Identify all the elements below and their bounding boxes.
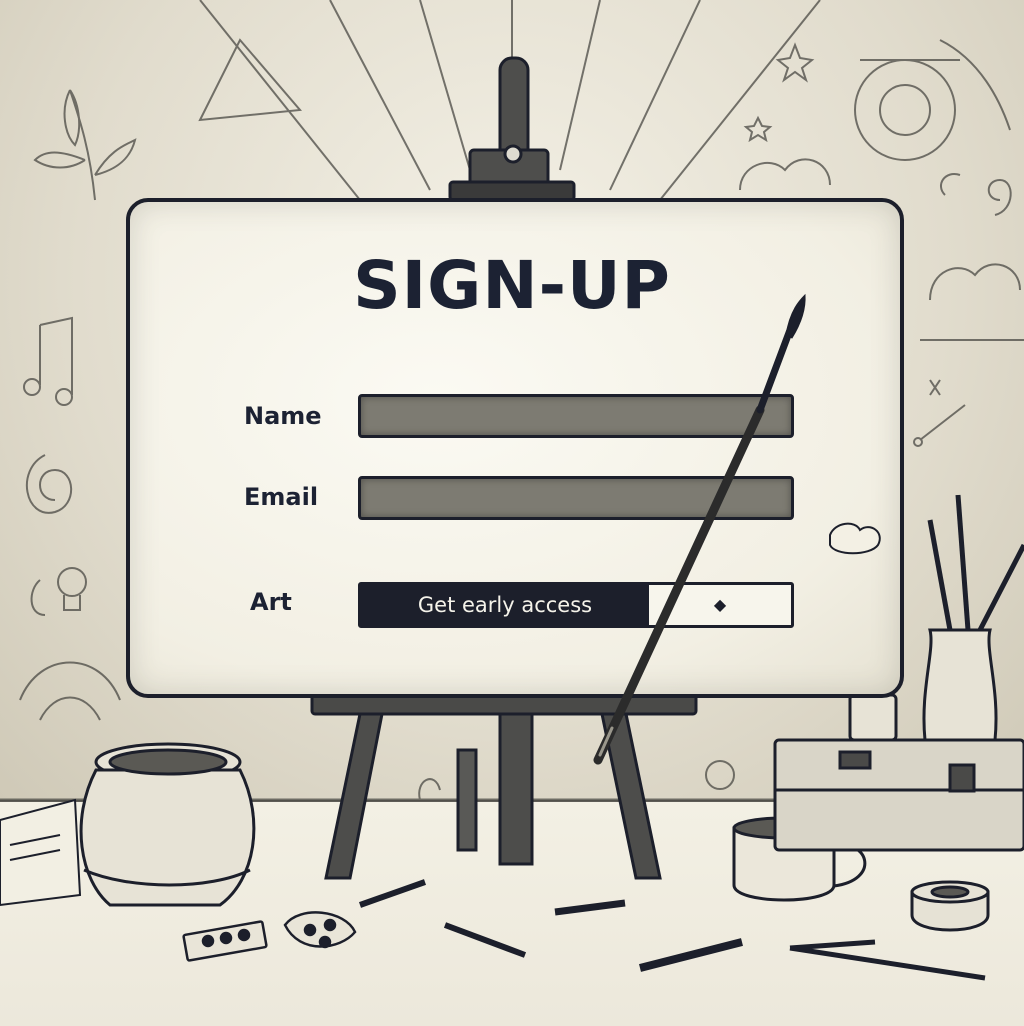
art-studio-scene: SIGN-UP Name Email Art Get early access … (0, 0, 1024, 1026)
paintbrush-icon (593, 293, 881, 765)
